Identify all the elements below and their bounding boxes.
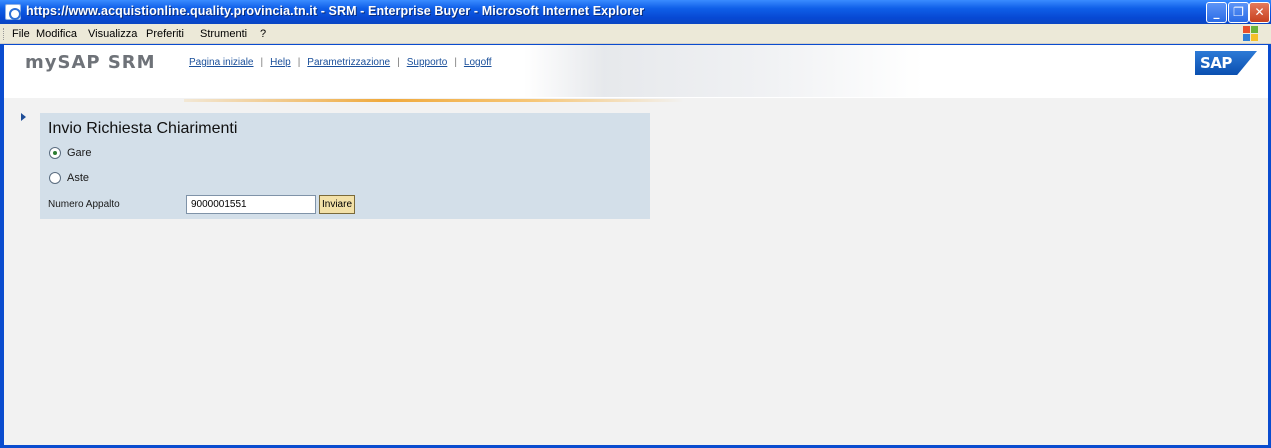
menu-strumenti[interactable]: Strumenti — [200, 28, 247, 40]
expand-arrow-icon[interactable] — [21, 113, 26, 121]
clarification-request-panel: Invio Richiesta Chiarimenti Gare Aste Nu… — [40, 113, 650, 219]
maximize-button[interactable]: ❐ — [1228, 2, 1249, 23]
menu-file[interactable]: File — [12, 28, 30, 40]
window-title: https://www.acquistionline.quality.provi… — [26, 4, 645, 18]
browser-window: https://www.acquistionline.quality.provi… — [0, 0, 1271, 448]
radio-option-aste[interactable]: Aste — [49, 172, 90, 185]
radio-label-gare: Gare — [67, 147, 92, 160]
nav-separator: | — [397, 57, 400, 68]
header-accent-line — [184, 99, 684, 102]
link-logoff[interactable]: Logoff — [464, 57, 492, 68]
radio-button-unchecked[interactable] — [49, 172, 61, 185]
inviare-button[interactable]: Inviare — [319, 195, 356, 214]
title-bar: https://www.acquistionline.quality.provi… — [0, 0, 1271, 24]
page-content: mySAP SRM Pagina iniziale | Help | Parametri… — [4, 45, 1268, 445]
link-supporto[interactable]: Supporto — [407, 57, 448, 68]
menu-help[interactable]: ? — [260, 28, 266, 40]
nav-separator: | — [260, 57, 264, 68]
menu-bar: File Modifica Visualizza Preferiti Strum… — [0, 24, 1271, 44]
nav-separator: | — [297, 57, 301, 68]
header-nav: Pagina iniziale | Help | Parametrizzazione | S… — [189, 57, 492, 68]
link-parametrizzazione[interactable]: Parametrizzazione — [307, 57, 390, 68]
radio-option-gare[interactable]: Gare — [49, 147, 92, 160]
radio-button-checked[interactable] — [49, 147, 61, 160]
numero-appalto-label: Numero Appalto — [48, 199, 120, 210]
menu-visualizza[interactable]: Visualizza — [88, 28, 137, 40]
nav-separator: | — [454, 57, 457, 68]
minimize-button[interactable]: _ — [1206, 2, 1227, 23]
panel-title: Invio Richiesta Chiarimenti — [48, 120, 238, 137]
sap-header: mySAP SRM Pagina iniziale | Help | Parametri… — [4, 45, 1268, 98]
numero-appalto-input[interactable] — [186, 195, 316, 214]
close-button[interactable]: ✕ — [1249, 2, 1270, 23]
menu-preferiti[interactable]: Preferiti — [146, 28, 184, 40]
windows-flag-icon — [1243, 26, 1259, 42]
menu-modifica[interactable]: Modifica — [36, 28, 77, 40]
menu-grip-icon — [3, 28, 5, 40]
sap-logo: SAP — [1195, 51, 1257, 75]
link-help[interactable]: Help — [270, 57, 291, 68]
ie-page-icon — [5, 4, 21, 20]
radio-label-aste: Aste — [67, 172, 90, 185]
link-pagina-iniziale[interactable]: Pagina iniziale — [189, 57, 254, 68]
mysap-srm-logo: mySAP SRM — [25, 52, 156, 73]
world-map-decoration — [524, 45, 924, 97]
